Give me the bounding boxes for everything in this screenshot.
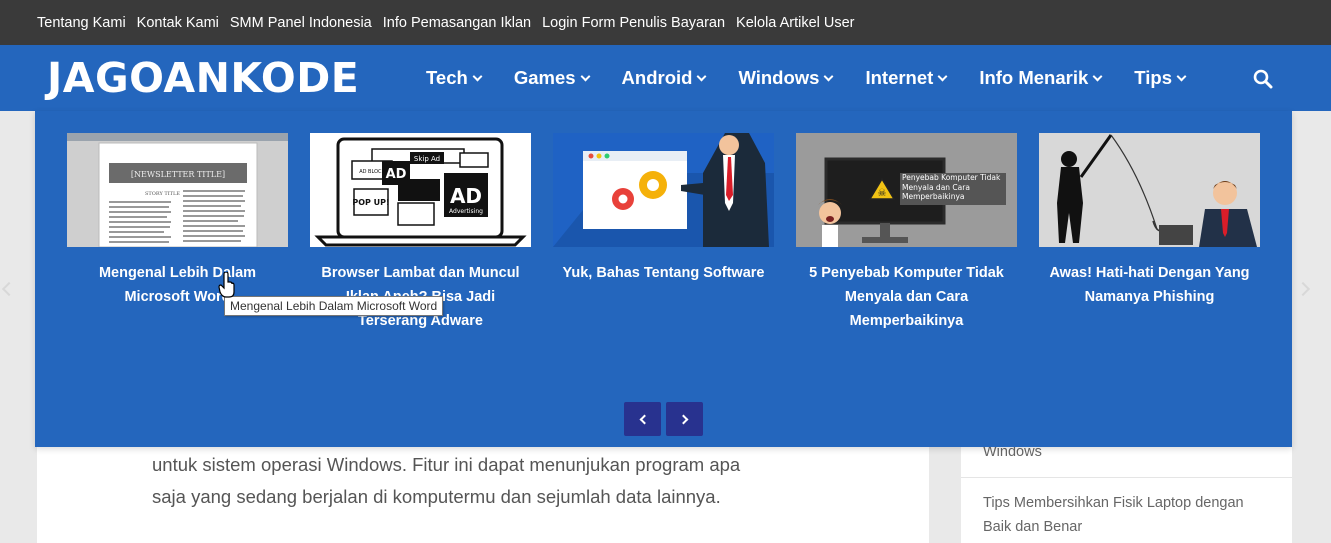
site-logo[interactable]: JAGOANKODE xyxy=(47,55,359,101)
main-navbar: JAGOANKODE Tech Games Android Windows In… xyxy=(0,45,1331,111)
menu-label: Tips xyxy=(1134,67,1172,88)
article-thumbnail xyxy=(1039,133,1260,247)
menu-info-menarik[interactable]: Info Menarik xyxy=(979,67,1103,89)
menu-label: Android xyxy=(621,67,693,88)
article-line: untuk sistem operasi Windows. Fitur ini … xyxy=(152,454,741,475)
mega-card-title[interactable]: Yuk, Bahas Tentang Software xyxy=(553,261,774,285)
svg-text:AD BLOCK: AD BLOCK xyxy=(359,169,385,175)
chevron-down-icon xyxy=(696,71,707,81)
svg-text:STORY TITLE: STORY TITLE xyxy=(145,191,180,197)
menu-windows[interactable]: Windows xyxy=(738,67,834,89)
svg-text:Skip Ad: Skip Ad xyxy=(414,155,440,163)
svg-text:POP UP!: POP UP! xyxy=(352,198,389,207)
article-line: saja yang sedang berjalan di komputermu … xyxy=(152,486,721,507)
thumb-caption: Penyebab Komputer Tidak Menyala dan Cara… xyxy=(902,173,1001,201)
mega-card-microsoft-word[interactable]: [NEWSLETTER TITLE] STORY TITLE Mengenal … xyxy=(67,133,288,309)
link-tooltip: Mengenal Lebih Dalam Microsoft Word xyxy=(224,296,444,316)
software-presentation-illustration xyxy=(553,133,774,247)
menu-android[interactable]: Android xyxy=(621,67,707,89)
svg-text:[NEWSLETTER TITLE]: [NEWSLETTER TITLE] xyxy=(131,170,225,179)
menu-games[interactable]: Games xyxy=(513,67,590,89)
chevron-down-icon xyxy=(472,71,483,81)
chevron-right-icon xyxy=(678,414,688,424)
sidebar-divider xyxy=(961,477,1292,478)
chevron-left-icon xyxy=(1,281,17,297)
search-icon[interactable] xyxy=(1253,69,1273,89)
chevron-down-icon xyxy=(1092,71,1103,81)
article-thumbnail: [NEWSLETTER TITLE] STORY TITLE xyxy=(67,133,288,247)
carousel-prev-button[interactable] xyxy=(624,402,661,436)
menu-label: Tech xyxy=(426,67,468,88)
word-document-illustration: [NEWSLETTER TITLE] STORY TITLE xyxy=(67,133,288,247)
chevron-down-icon xyxy=(1176,71,1187,81)
mega-card-software[interactable]: Yuk, Bahas Tentang Software xyxy=(553,133,774,285)
menu-tech[interactable]: Tech xyxy=(426,67,483,89)
chevron-down-icon xyxy=(824,71,834,81)
article-thumbnail: ☠ Penyebab Komputer Tidak Menyala dan Ca… xyxy=(796,133,1017,247)
top-link-kontak-kami[interactable]: Kontak Kami xyxy=(137,15,219,31)
top-link-smm-panel[interactable]: SMM Panel Indonesia xyxy=(230,15,372,31)
menu-tips[interactable]: Tips xyxy=(1134,67,1187,89)
top-link-kelola-artikel[interactable]: Kelola Artikel User xyxy=(736,15,854,31)
top-utility-bar: Tentang Kami Kontak Kami SMM Panel Indon… xyxy=(0,0,1331,45)
article-thumbnail xyxy=(553,133,774,247)
menu-label: Internet xyxy=(865,67,934,88)
sidebar-link-tips-laptop[interactable]: Tips Membersihkan Fisik Laptop dengan Ba… xyxy=(983,491,1273,539)
phishing-illustration xyxy=(1039,133,1260,247)
top-link-info-iklan[interactable]: Info Pemasangan Iklan xyxy=(383,15,531,31)
svg-text:Advertising: Advertising xyxy=(449,208,483,215)
mega-card-title[interactable]: Awas! Hati-hati Dengan Yang Namanya Phis… xyxy=(1039,261,1260,309)
menu-internet[interactable]: Internet xyxy=(865,67,948,89)
menu-label: Info Menarik xyxy=(979,67,1089,88)
chevron-left-icon xyxy=(639,414,649,424)
chevron-right-icon xyxy=(1295,281,1311,297)
article-body: untuk sistem operasi Windows. Fitur ini … xyxy=(152,449,802,513)
top-link-login-penulis[interactable]: Login Form Penulis Bayaran xyxy=(542,15,725,31)
adware-laptop-illustration: Skip Ad AD BLOCK AD POP UP! AD Advertisi… xyxy=(310,133,531,247)
menu-label: Windows xyxy=(738,67,820,88)
hand-pointer-cursor-icon xyxy=(218,272,235,298)
svg-text:☠: ☠ xyxy=(878,188,887,199)
mega-card-phishing[interactable]: Awas! Hati-hati Dengan Yang Namanya Phis… xyxy=(1039,133,1260,309)
mega-card-komputer-tidak-menyala[interactable]: ☠ Penyebab Komputer Tidak Menyala dan Ca… xyxy=(796,133,1017,333)
svg-text:AD: AD xyxy=(450,184,482,208)
carousel-next-button[interactable] xyxy=(666,402,703,436)
chevron-down-icon xyxy=(580,71,590,81)
mega-card-title[interactable]: 5 Penyebab Komputer Tidak Menyala dan Ca… xyxy=(796,261,1017,333)
logo-text: JAGOANKODE xyxy=(47,54,360,102)
article-thumbnail: Skip Ad AD BLOCK AD POP UP! AD Advertisi… xyxy=(310,133,531,247)
broken-computer-illustration: ☠ Penyebab Komputer Tidak Menyala dan Ca… xyxy=(796,133,1017,247)
chevron-down-icon xyxy=(937,71,948,81)
menu-label: Games xyxy=(513,67,576,88)
top-link-tentang-kami[interactable]: Tentang Kami xyxy=(37,15,126,31)
main-menu: Tech Games Android Windows Internet Info… xyxy=(426,45,1218,111)
